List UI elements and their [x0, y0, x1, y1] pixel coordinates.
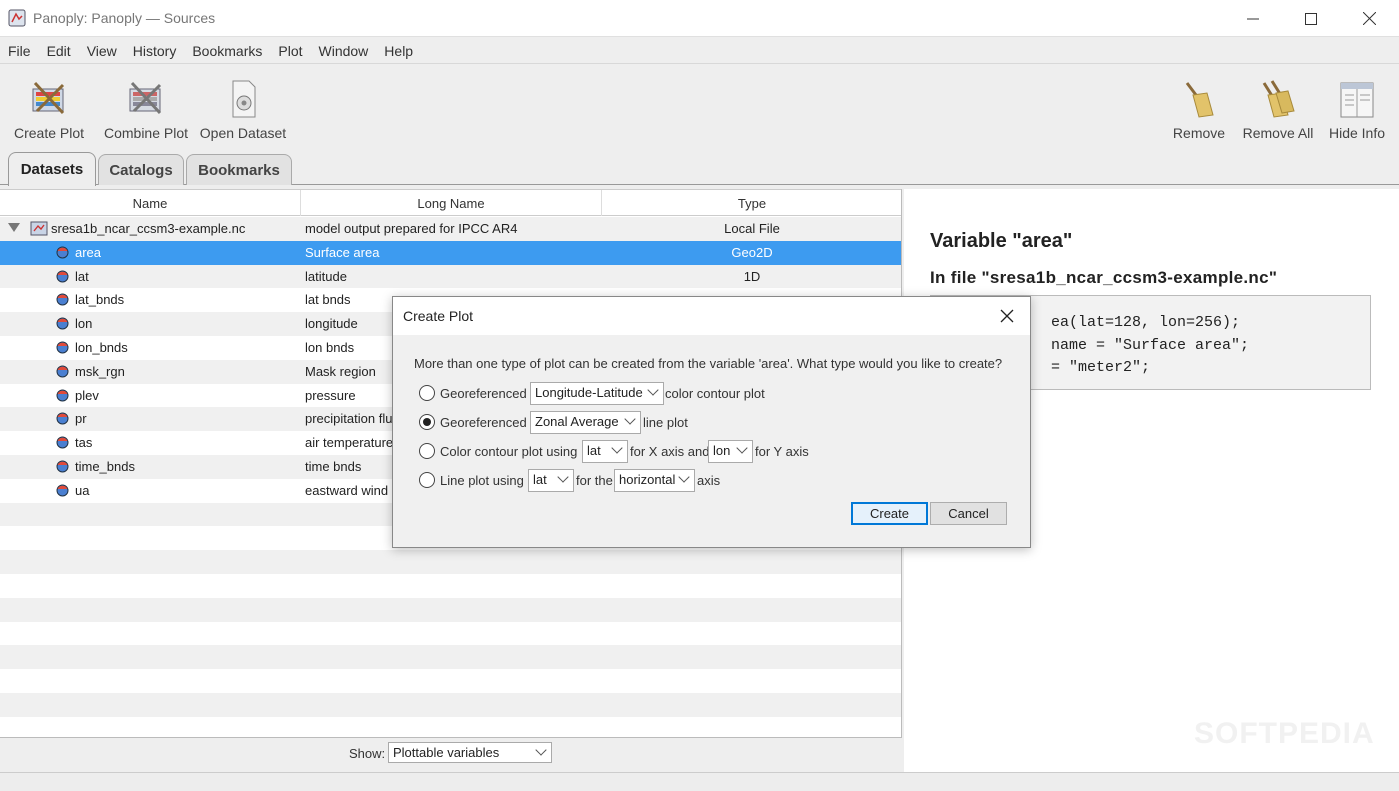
tab-bookmarks[interactable]: Bookmarks [186, 154, 292, 185]
radio-lon-lat[interactable] [419, 385, 435, 401]
dialog-message: More than one type of plot can be create… [414, 356, 1003, 371]
empty-row [0, 717, 901, 737]
variable-icon [56, 341, 69, 354]
column-header-name[interactable]: Name [0, 190, 301, 216]
menu-help[interactable]: Help [376, 38, 421, 64]
table-row[interactable]: area Surface area Geo2D [0, 240, 901, 265]
plot-option-line: Line plot using lat for the horizontal a… [419, 469, 919, 492]
brooms-icon [1262, 80, 1295, 118]
show-label: Show: [349, 746, 386, 761]
info-title: Variable "area" [930, 230, 1073, 252]
empty-row [0, 669, 901, 693]
tab-datasets[interactable]: Datasets [8, 152, 96, 186]
geo-line-type-select[interactable]: Zonal Average [530, 411, 641, 434]
line-axis-select[interactable]: horizontal [614, 469, 695, 492]
maximize-icon[interactable] [1282, 0, 1340, 37]
window-title: Panoply: Panoply — Sources [33, 10, 216, 26]
dataset-file-icon [30, 221, 48, 236]
create-plot-icon [32, 81, 65, 115]
radio-line-plot[interactable] [419, 472, 435, 488]
broom-icon [1185, 82, 1214, 118]
empty-row [0, 645, 901, 670]
dialog-close-icon[interactable] [997, 306, 1017, 326]
tab-catalogs[interactable]: Catalogs [98, 154, 184, 185]
empty-row [0, 574, 901, 598]
tree-expand-icon[interactable] [8, 223, 20, 232]
empty-row [0, 597, 901, 622]
chevron-down-icon [557, 471, 569, 483]
title-bar: Panoply: Panoply — Sources [0, 0, 1399, 37]
menu-history[interactable]: History [125, 38, 185, 64]
chevron-down-icon [678, 471, 690, 483]
open-dataset-icon [232, 80, 256, 118]
empty-row [0, 550, 901, 574]
combine-plot-button[interactable]: Combine Plot [103, 65, 189, 141]
column-header-type[interactable]: Type [602, 190, 901, 216]
chevron-down-icon [736, 442, 748, 454]
radio-color-contour[interactable] [419, 443, 435, 459]
radio-zonal-average[interactable] [419, 414, 435, 430]
x-axis-select[interactable]: lat [582, 440, 628, 463]
empty-row [0, 692, 901, 717]
open-dataset-button[interactable]: Open Dataset [199, 65, 287, 141]
close-icon[interactable] [1340, 0, 1398, 37]
variable-icon [56, 246, 69, 259]
chevron-down-icon [624, 413, 636, 425]
empty-row [0, 622, 901, 646]
menu-bookmarks[interactable]: Bookmarks [184, 38, 270, 64]
plot-option-color-contour: Color contour plot using lat for X axis … [419, 440, 919, 463]
remove-all-button[interactable]: Remove All [1240, 65, 1316, 141]
plot-option-lon-lat: Georeferenced Longitude-Latitude color c… [419, 382, 819, 405]
hide-info-button[interactable]: Hide Info [1326, 65, 1388, 141]
remove-button[interactable]: Remove [1170, 65, 1228, 141]
variable-icon [56, 436, 69, 449]
softpedia-watermark: SOFTPEDIA [1194, 717, 1375, 750]
info-subtitle: In file "sresa1b_ncar_ccsm3-example.nc" [930, 268, 1278, 287]
create-plot-dialog: Create Plot More than one type of plot c… [392, 296, 1031, 548]
variable-icon [56, 317, 69, 330]
variable-icon [56, 484, 69, 497]
variable-icon [56, 460, 69, 473]
chevron-down-icon [647, 384, 659, 396]
panoply-app-icon [8, 9, 26, 27]
variable-icon [56, 293, 69, 306]
table-row-file[interactable]: sresa1b_ncar_ccsm3-example.nc model outp… [0, 217, 901, 241]
create-button[interactable]: Create [851, 502, 928, 525]
column-header-long-name[interactable]: Long Name [301, 190, 602, 216]
menu-plot[interactable]: Plot [270, 38, 310, 64]
variable-icon [56, 365, 69, 378]
show-filter-bar: Show: Plottable variables [0, 737, 902, 771]
chevron-down-icon [535, 744, 547, 756]
show-filter-select[interactable]: Plottable variables [388, 742, 552, 763]
toolbar: Create Plot Combine Plot Open Dataset Re… [0, 65, 1399, 150]
cancel-button[interactable]: Cancel [930, 502, 1007, 525]
table-row[interactable]: lat latitude 1D [0, 264, 901, 289]
status-bar [0, 772, 1399, 791]
variable-icon [56, 270, 69, 283]
combine-plot-icon [129, 81, 162, 115]
menu-window[interactable]: Window [311, 38, 377, 64]
dialog-title: Create Plot [403, 308, 474, 324]
menu-file[interactable]: File [0, 38, 39, 64]
tab-strip: Datasets Catalogs Bookmarks [0, 152, 1399, 186]
table-header: Name Long Name Type [0, 189, 901, 216]
variable-icon [56, 412, 69, 425]
menu-edit[interactable]: Edit [39, 38, 79, 64]
menu-bar: File Edit View History Bookmarks Plot Wi… [0, 38, 1399, 64]
create-plot-button[interactable]: Create Plot [12, 65, 86, 141]
menu-view[interactable]: View [79, 38, 125, 64]
plot-option-zonal: Georeferenced Zonal Average line plot [419, 411, 819, 434]
minimize-icon[interactable] [1224, 0, 1282, 37]
y-axis-select[interactable]: lon [708, 440, 753, 463]
dialog-header: Create Plot [393, 297, 1030, 335]
chevron-down-icon [611, 442, 623, 454]
geo-plot-type-select[interactable]: Longitude-Latitude [530, 382, 664, 405]
variable-icon [56, 389, 69, 402]
info-panel-icon [1340, 82, 1374, 118]
line-variable-select[interactable]: lat [528, 469, 574, 492]
